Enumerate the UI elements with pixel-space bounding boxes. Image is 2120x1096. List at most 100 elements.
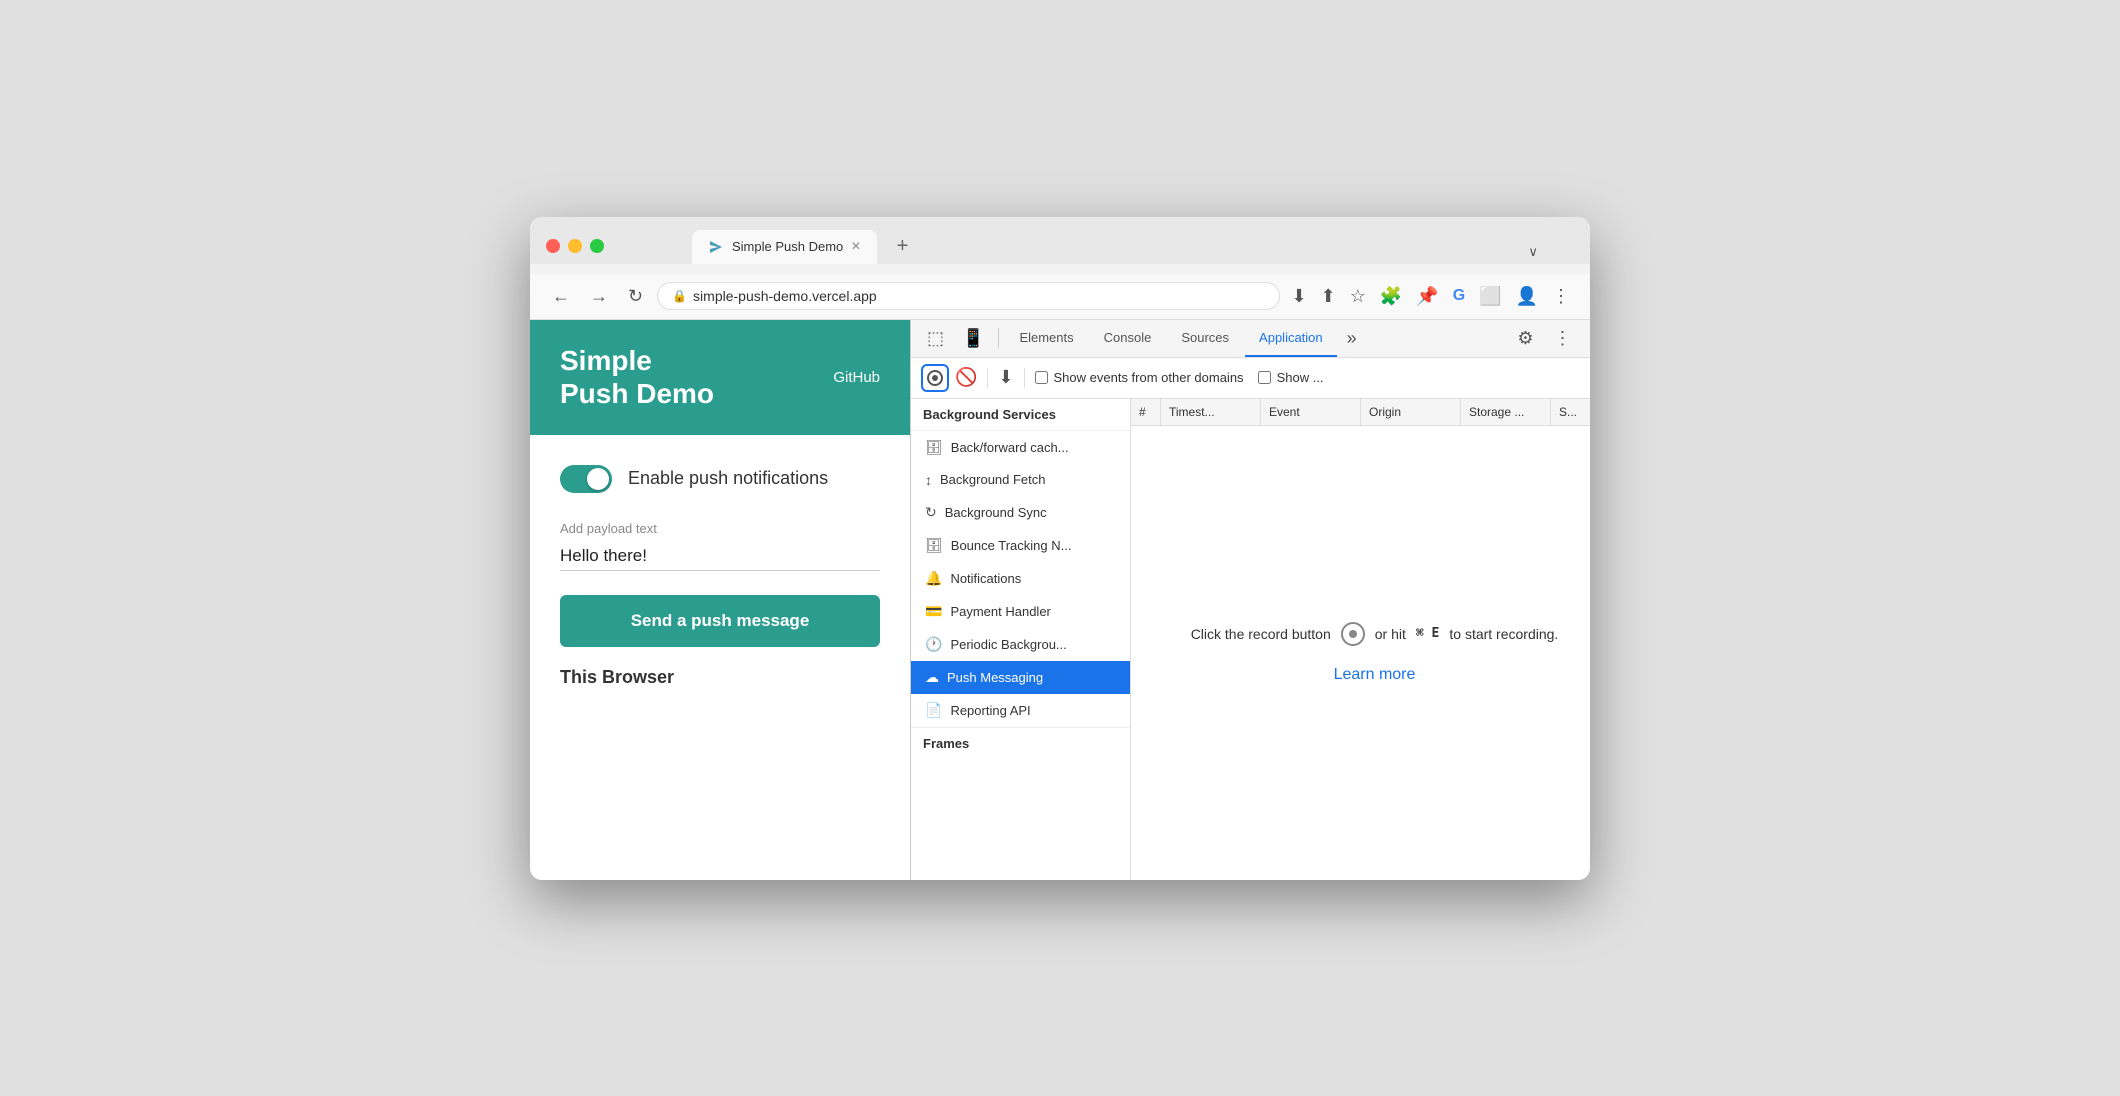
user-icon[interactable]: 👤 xyxy=(1512,282,1542,311)
sync-icon: ↻ xyxy=(925,504,937,521)
menu-icon[interactable]: ⋮ xyxy=(1548,282,1574,311)
payment-icon: 💳 xyxy=(925,603,942,620)
sidebar-item-periodic-background[interactable]: 🕐 Periodic Backgrou... xyxy=(911,628,1130,661)
sidebar-item-label: Notifications xyxy=(950,571,1021,586)
tab-separator xyxy=(998,328,999,348)
devtools-panel: ⬚ 📱 Elements Console Sources Application… xyxy=(910,320,1590,880)
devtools-close-icon[interactable]: × xyxy=(1583,322,1590,355)
sidebar-item-bounce-tracking[interactable]: 🗄 Bounce Tracking N... xyxy=(911,529,1130,562)
devtools-sidebar: Background Services 🗄 Back/forward cach.… xyxy=(911,399,1131,880)
col-storage: Storage ... xyxy=(1461,399,1551,425)
new-tab-button[interactable]: + xyxy=(885,229,921,264)
google-icon[interactable]: G xyxy=(1449,283,1469,309)
bookmark-icon[interactable]: ☆ xyxy=(1346,282,1370,311)
record-dot xyxy=(932,375,938,381)
toggle-label: Enable push notifications xyxy=(628,467,828,490)
col-event: Event xyxy=(1261,399,1361,425)
lock-icon: 🔒 xyxy=(672,289,687,303)
download-icon[interactable]: ⬇ xyxy=(1288,282,1311,311)
tab-favicon xyxy=(708,239,724,255)
sidebar-item-label: Push Messaging xyxy=(947,670,1043,685)
minimize-button[interactable] xyxy=(568,239,582,253)
sidebar-item-label: Background Fetch xyxy=(940,472,1046,487)
devtools-toolbar: 🚫 ⬇ Show events from other domains Show … xyxy=(911,358,1590,399)
navigation-bar: ← → ↻ 🔒 simple-push-demo.vercel.app ⬇ ⬆ … xyxy=(530,274,1590,320)
toolbar-separator xyxy=(987,368,988,388)
record-message: Click the record button or hit ⌘ E to st… xyxy=(1191,622,1559,646)
notification-icon: 🔔 xyxy=(925,570,942,587)
sidebar-item-reporting-api[interactable]: 📄 Reporting API xyxy=(911,694,1130,727)
sidebar-item-notifications[interactable]: 🔔 Notifications xyxy=(911,562,1130,595)
col-origin: Origin xyxy=(1361,399,1461,425)
tab-application[interactable]: Application xyxy=(1245,320,1337,357)
tab-close-button[interactable]: × xyxy=(851,238,860,256)
database-icon: 🗄 xyxy=(925,439,943,456)
this-browser-label: This Browser xyxy=(560,667,880,688)
payload-input[interactable] xyxy=(560,542,880,571)
push-notifications-toggle-row: Enable push notifications xyxy=(560,465,880,493)
refresh-button[interactable]: ↻ xyxy=(622,282,649,311)
record-button[interactable] xyxy=(921,364,949,392)
devtools-content: # Timest... Event Origin Storage ... S..… xyxy=(1131,399,1590,880)
sidebar-item-back-forward-cache[interactable]: 🗄 Back/forward cach... xyxy=(911,431,1130,464)
to-start-text: to start recording. xyxy=(1449,626,1558,642)
title-bar: Simple Push Demo × + ∨ xyxy=(530,217,1590,264)
share-icon[interactable]: ⬆ xyxy=(1317,282,1340,311)
site-title: Simple Push Demo xyxy=(560,344,714,411)
sidebar-item-background-fetch[interactable]: ↕ Background Fetch xyxy=(911,464,1130,496)
forward-button[interactable]: → xyxy=(584,282,614,311)
nav-actions: ⬇ ⬆ ☆ 🧩 📌 G ⬜ 👤 ⋮ xyxy=(1288,282,1574,311)
sidebar-item-push-messaging[interactable]: ☁ Push Messaging xyxy=(911,661,1130,694)
download-button[interactable]: ⬇ xyxy=(998,367,1013,388)
sidebar-section-background-services: Background Services xyxy=(911,399,1130,431)
github-link[interactable]: GitHub xyxy=(833,369,880,386)
url-text: simple-push-demo.vercel.app xyxy=(693,288,1264,304)
devtools-more-icon[interactable]: ⋮ xyxy=(1545,322,1579,355)
devtools-main: Background Services 🗄 Back/forward cach.… xyxy=(911,399,1590,880)
sidebar-item-label: Bounce Tracking N... xyxy=(951,538,1072,553)
tab-sources[interactable]: Sources xyxy=(1167,320,1243,357)
col-timestamp: Timest... xyxy=(1161,399,1261,425)
close-button[interactable] xyxy=(546,239,560,253)
devtools-actions: ⚙ ⋮ × xyxy=(1509,322,1590,355)
split-screen-icon[interactable]: ⬜ xyxy=(1475,282,1505,311)
record-message-suffix: or hit xyxy=(1375,626,1406,642)
back-button[interactable]: ← xyxy=(546,282,576,311)
sidebar-item-label: Back/forward cach... xyxy=(951,440,1069,455)
sidebar-item-label: Payment Handler xyxy=(950,604,1050,619)
push-notifications-toggle[interactable] xyxy=(560,465,612,493)
show-checkbox[interactable] xyxy=(1258,371,1271,384)
tab-elements[interactable]: Elements xyxy=(1005,320,1087,357)
show-checkbox-row[interactable]: Show ... xyxy=(1258,370,1324,385)
devtools-tab-bar: ⬚ 📱 Elements Console Sources Application… xyxy=(911,320,1590,358)
periodic-icon: 🕐 xyxy=(925,636,942,653)
send-push-button[interactable]: Send a push message xyxy=(560,595,880,647)
show-events-checkbox-row[interactable]: Show events from other domains xyxy=(1035,370,1244,385)
sidebar-item-label: Periodic Backgrou... xyxy=(950,637,1066,652)
clear-button[interactable]: 🚫 xyxy=(955,367,977,388)
site-body: Enable push notifications Add payload te… xyxy=(530,435,910,708)
profile-icon[interactable]: 📌 xyxy=(1412,282,1442,311)
maximize-button[interactable] xyxy=(590,239,604,253)
sidebar-item-background-sync[interactable]: ↻ Background Sync xyxy=(911,496,1130,529)
toggle-knob xyxy=(587,468,609,490)
more-tabs-icon[interactable]: » xyxy=(1339,320,1365,357)
device-mode-icon[interactable]: 📱 xyxy=(954,320,992,357)
address-bar[interactable]: 🔒 simple-push-demo.vercel.app xyxy=(657,282,1279,310)
inspector-icon[interactable]: ⬚ xyxy=(919,320,952,357)
sidebar-item-payment-handler[interactable]: 💳 Payment Handler xyxy=(911,595,1130,628)
record-message-prefix: Click the record button xyxy=(1191,626,1331,642)
tab-console[interactable]: Console xyxy=(1090,320,1166,357)
tab-list-button[interactable]: ∨ xyxy=(1520,240,1546,264)
record-dot-inline xyxy=(1349,630,1357,638)
empty-state: Click the record button or hit ⌘ E to st… xyxy=(1131,426,1590,880)
tab-title: Simple Push Demo xyxy=(732,239,843,254)
learn-more-link[interactable]: Learn more xyxy=(1334,666,1416,684)
show-events-label: Show events from other domains xyxy=(1054,370,1244,385)
col-s: S... xyxy=(1551,399,1590,425)
active-tab[interactable]: Simple Push Demo × xyxy=(692,230,877,264)
extensions-icon[interactable]: 🧩 xyxy=(1376,282,1406,311)
report-icon: 📄 xyxy=(925,702,942,719)
devtools-settings-icon[interactable]: ⚙ xyxy=(1509,322,1541,355)
show-events-checkbox[interactable] xyxy=(1035,371,1048,384)
